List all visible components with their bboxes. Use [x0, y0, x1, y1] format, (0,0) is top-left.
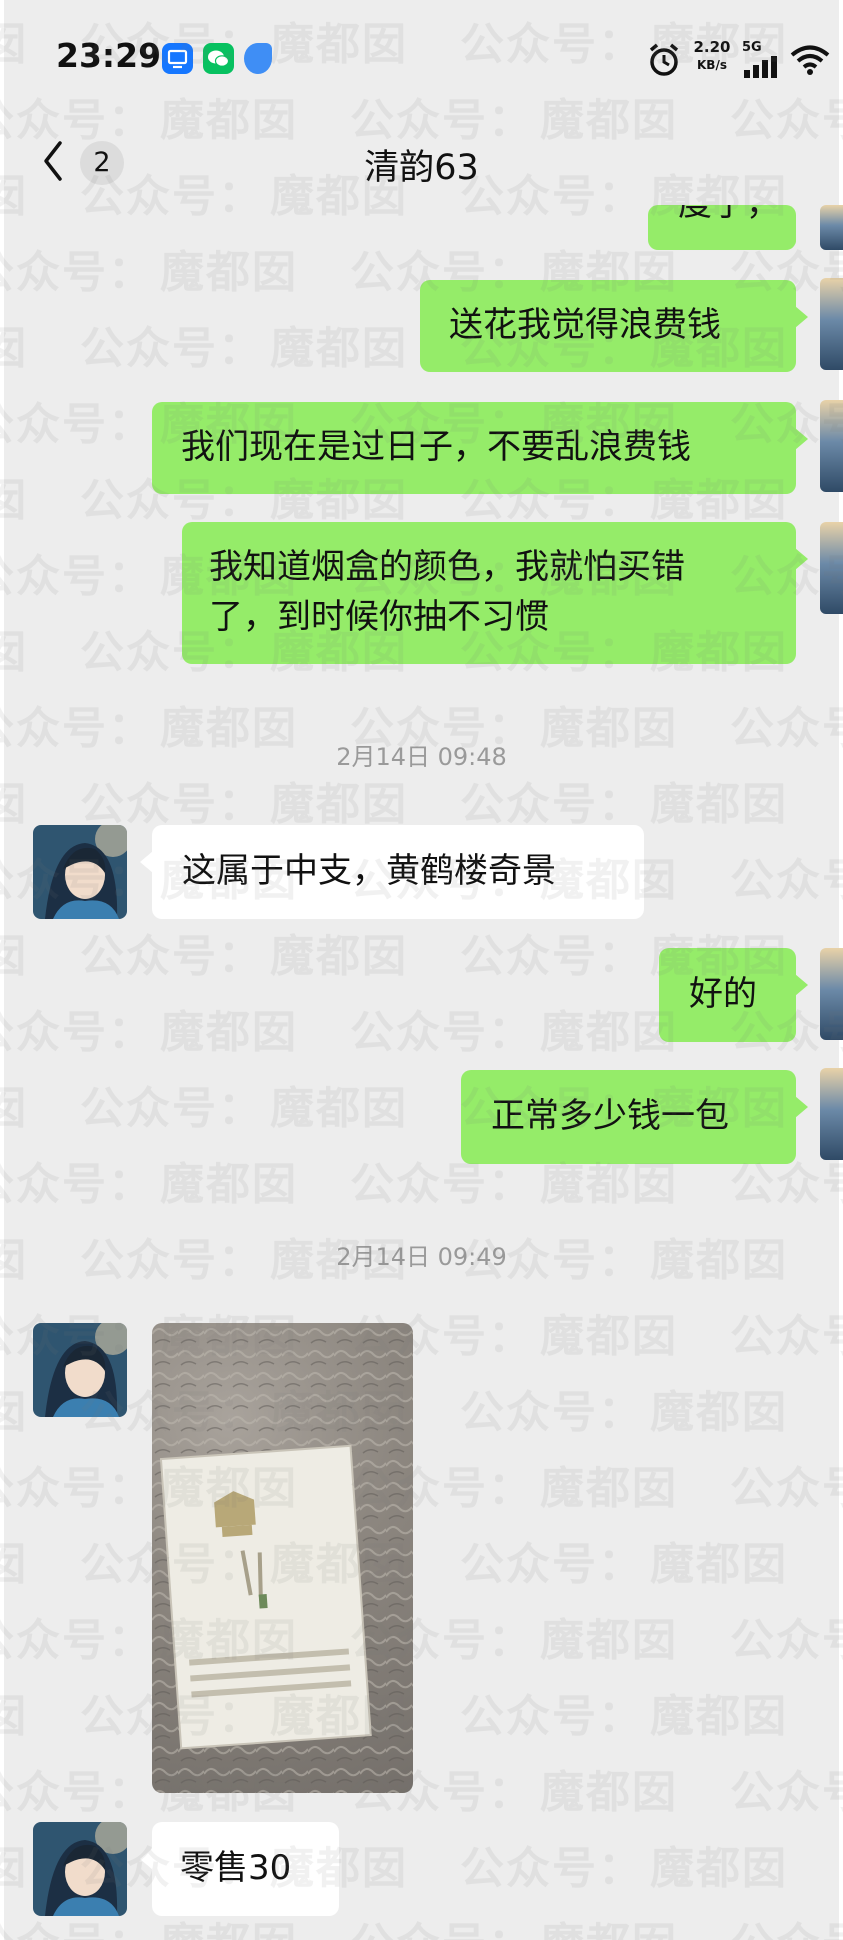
- self-avatar[interactable]: [820, 400, 843, 492]
- message-text: 这属于中支，黄鹤楼奇景: [182, 851, 556, 891]
- message-bubble-outgoing[interactable]: 正常多少钱一包: [461, 1070, 808, 1164]
- contact-avatar[interactable]: [33, 1323, 127, 1417]
- network-type: 5G: [742, 40, 762, 55]
- message-text: 零售30: [180, 1848, 292, 1888]
- self-avatar[interactable]: [820, 205, 843, 250]
- message-text: 送花我觉得浪费钱: [449, 305, 721, 345]
- self-avatar[interactable]: [820, 278, 843, 370]
- chat-title: 清韵63: [364, 148, 479, 188]
- self-avatar[interactable]: [820, 1068, 843, 1160]
- signal-icon: [744, 56, 777, 78]
- chat-header: 2 清韵63: [0, 115, 843, 215]
- contact-avatar[interactable]: [33, 825, 127, 919]
- message-text: 好的: [689, 974, 757, 1014]
- status-bar: 23:29 2.20 KB/s 5G: [0, 0, 843, 115]
- message-bubble-outgoing[interactable]: 好的: [659, 948, 808, 1042]
- message-text-line: 我知道烟盒的颜色，我就怕买错: [209, 547, 685, 587]
- wechat-icon: [203, 43, 234, 74]
- message-bubble-incoming[interactable]: 这属于中支，黄鹤楼奇景: [140, 825, 644, 919]
- cigarette-pack-photo-icon[interactable]: [152, 1323, 413, 1793]
- message-text-line: 了，到时候你抽不习惯: [209, 597, 549, 637]
- self-avatar[interactable]: [820, 522, 843, 614]
- screen-mirror-icon: [162, 43, 193, 74]
- wifi-icon: [790, 45, 830, 75]
- contact-avatar[interactable]: [33, 1822, 127, 1916]
- network-speed: 2.20 KB/s: [690, 38, 734, 74]
- message-text: 度了，: [678, 205, 780, 224]
- net-speed-value: 2.20: [693, 38, 731, 56]
- message-bubble-outgoing[interactable]: 我知道烟盒的颜色，我就怕买错 了，到时候你抽不习惯: [182, 522, 808, 664]
- self-avatar[interactable]: [820, 948, 843, 1040]
- message-bubble-outgoing[interactable]: 度了，: [648, 205, 796, 250]
- message-bubble-outgoing[interactable]: 我们现在是过日子，不要乱浪费钱: [152, 402, 808, 494]
- message-text: 正常多少钱一包: [491, 1096, 729, 1136]
- alarm-icon: [649, 43, 679, 76]
- status-time: 23:29: [56, 36, 162, 75]
- assistant-icon: [244, 43, 272, 74]
- net-speed-unit: KB/s: [697, 58, 727, 72]
- message-text: 我们现在是过日子，不要乱浪费钱: [181, 427, 691, 467]
- message-bubble-outgoing[interactable]: 送花我觉得浪费钱: [420, 280, 808, 372]
- timestamp: 2月14日 09:49: [336, 1243, 507, 1271]
- timestamp: 2月14日 09:48: [336, 743, 507, 771]
- message-bubble-incoming[interactable]: 零售30: [140, 1822, 339, 1916]
